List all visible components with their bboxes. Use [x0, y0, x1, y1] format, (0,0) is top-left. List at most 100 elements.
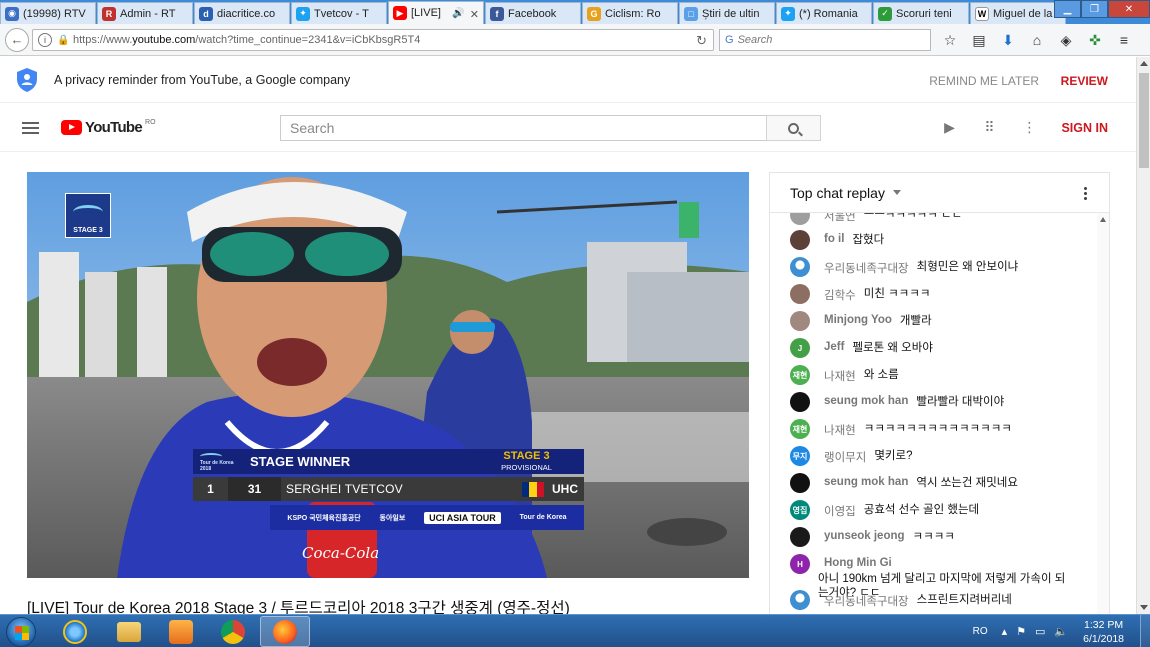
scrollbar-thumb[interactable] [1139, 73, 1149, 168]
browser-tab[interactable]: ▶ [LIVE] 🔊 ✕ [388, 1, 484, 24]
page-scrollbar[interactable] [1136, 57, 1150, 614]
close-window-icon[interactable]: ✕ [1108, 0, 1150, 18]
scroll-up-icon[interactable] [1100, 217, 1106, 222]
clock-time: 1:32 PM [1084, 618, 1124, 631]
browser-search-bar[interactable]: G Search [719, 29, 931, 51]
tray-expand-icon[interactable]: ▴ [1002, 625, 1008, 638]
chat-scrollbar[interactable] [1097, 213, 1109, 614]
browser-tab[interactable]: R Admin - RT [97, 2, 193, 24]
chat-author[interactable]: 우리동네족구대장 [824, 593, 909, 609]
chat-author[interactable]: 서울연 [824, 213, 856, 224]
info-icon[interactable]: i [38, 33, 52, 47]
menu-icon[interactable]: ≡ [1114, 30, 1134, 50]
browser-tab[interactable]: f Facebook [485, 2, 581, 24]
taskbar-firefox[interactable] [260, 616, 310, 647]
chat-author[interactable]: Minjong Yoo [824, 314, 892, 328]
chat-avatar[interactable] [790, 473, 810, 493]
chat-header[interactable]: Top chat replay [770, 173, 1109, 213]
more-options-icon[interactable]: ⋮ [1020, 118, 1039, 137]
back-button[interactable]: ← [5, 27, 29, 52]
chat-avatar[interactable] [790, 213, 810, 225]
remind-later-button[interactable]: REMIND ME LATER [929, 74, 1039, 88]
browser-tab[interactable]: G Ciclism: Ro [582, 2, 678, 24]
chat-more-options-icon[interactable] [1084, 186, 1087, 200]
youtube-search-input[interactable]: Search [280, 115, 767, 141]
chat-author[interactable]: Jeff [824, 341, 844, 355]
clock[interactable]: 1:32 PM 6/1/2018 [1083, 618, 1124, 646]
taskbar-explorer[interactable] [104, 616, 154, 647]
youtube-logo[interactable]: YouTube RO [61, 119, 156, 135]
reload-icon[interactable]: ↻ [696, 33, 707, 49]
show-desktop-button[interactable] [1140, 615, 1150, 647]
browser-tab[interactable]: ◉ (19998) RTV [0, 2, 96, 24]
chat-avatar[interactable] [790, 527, 810, 547]
restore-icon[interactable]: ❐ [1081, 0, 1108, 18]
taskbar-chrome[interactable] [208, 616, 258, 647]
url-text: https://www.youtube.com/watch?time_conti… [73, 34, 421, 46]
youtube-search-button[interactable] [766, 115, 821, 141]
apps-grid-icon[interactable]: ⠿ [980, 118, 999, 137]
browser-tab[interactable]: W Miguel de la [970, 2, 1066, 24]
start-button[interactable] [6, 617, 36, 647]
scroll-up-arrow-icon[interactable] [1140, 61, 1148, 66]
chat-author[interactable]: fo il [824, 233, 844, 247]
chat-author[interactable]: 이영집 [824, 503, 856, 519]
create-video-icon[interactable]: ▶︎ [940, 118, 959, 137]
reading-list-icon[interactable]: ▤ [969, 30, 989, 50]
chat-avatar[interactable]: ● [790, 257, 810, 277]
chat-avatar[interactable]: ● [790, 590, 810, 610]
tab-audio-icon[interactable]: 🔊 [452, 8, 464, 19]
home-icon[interactable]: ⌂ [1027, 30, 1047, 50]
chat-message: 영집 이영집 공효석 선수 골인 했는데 [790, 500, 1070, 520]
browser-tab[interactable]: ✦ (*) Romania [776, 2, 872, 24]
chat-avatar[interactable] [790, 311, 810, 331]
windows-taskbar: RO ▴ ⚑ ▭ 🔈 1:32 PM 6/1/2018 [0, 614, 1150, 647]
browser-tab[interactable]: ✦ Tvetcov - T [291, 2, 387, 24]
browser-tab[interactable]: ✓ Scoruri teni [873, 2, 969, 24]
chat-author[interactable]: 나재현 [824, 422, 856, 438]
input-language[interactable]: RO [973, 626, 988, 637]
tab-favicon-icon: ✓ [878, 6, 892, 21]
chat-avatar[interactable]: 무지 [790, 446, 810, 466]
chat-avatar[interactable]: 재현 [790, 419, 810, 439]
close-tab-icon[interactable]: ✕ [470, 8, 479, 22]
chat-avatar[interactable]: H [790, 554, 810, 574]
chat-author[interactable]: seung mok han [824, 476, 908, 490]
url-bar[interactable]: i 🔒 https://www.youtube.com/watch?time_c… [32, 29, 714, 51]
taskbar-media[interactable] [156, 616, 206, 647]
downloads-icon[interactable]: ⬇ [998, 30, 1018, 50]
sign-in-button[interactable]: SIGN IN [1061, 121, 1108, 135]
extension-icon[interactable]: ✜ [1085, 30, 1105, 50]
romania-flag-icon [522, 481, 544, 497]
chat-author[interactable]: 나재현 [824, 368, 856, 384]
system-tray: RO ▴ ⚑ ▭ 🔈 1:32 PM 6/1/2018 [973, 615, 1150, 647]
video-player[interactable]: STAGE 3 Tour de Korea 2018 STAGE WINNER … [27, 172, 749, 578]
volume-icon[interactable]: 🔈 [1054, 625, 1068, 638]
chat-author[interactable]: yunseok jeong [824, 530, 905, 544]
pocket-icon[interactable]: ◈ [1056, 30, 1076, 50]
chat-text: 빨라빨라 대박이야 [916, 396, 1005, 408]
chat-author[interactable]: 랭이무지 [824, 449, 866, 465]
chat-avatar[interactable] [790, 230, 810, 250]
chat-author[interactable]: Hong Min Gi [824, 557, 892, 569]
action-center-flag-icon[interactable]: ⚑ [1016, 625, 1026, 638]
scroll-down-arrow-icon[interactable] [1140, 605, 1148, 610]
chat-avatar[interactable]: 영집 [790, 500, 810, 520]
browser-tab[interactable]: □ Știri de ultin [679, 2, 775, 24]
hamburger-menu-icon[interactable] [22, 122, 39, 134]
chat-author[interactable]: seung mok han [824, 395, 908, 409]
bookmark-star-icon[interactable]: ☆ [940, 30, 960, 50]
chat-author[interactable]: 우리동네족구대장 [824, 260, 909, 276]
taskbar-ie[interactable] [50, 616, 100, 647]
review-button[interactable]: REVIEW [1061, 74, 1108, 88]
chat-avatar[interactable]: J [790, 338, 810, 358]
chat-author[interactable]: 김학수 [824, 287, 856, 303]
chat-avatar[interactable] [790, 392, 810, 412]
chat-message: ● 우리동네족구대장 최형민은 왜 안보이냐 [790, 257, 1070, 277]
minimize-icon[interactable]: ▁ [1054, 0, 1081, 18]
network-icon[interactable]: ▭ [1035, 625, 1045, 638]
chat-avatar[interactable] [790, 284, 810, 304]
browser-tab[interactable]: d diacritice.co [194, 2, 290, 24]
chat-avatar[interactable]: 재현 [790, 365, 810, 385]
firefox-icon [273, 619, 297, 644]
